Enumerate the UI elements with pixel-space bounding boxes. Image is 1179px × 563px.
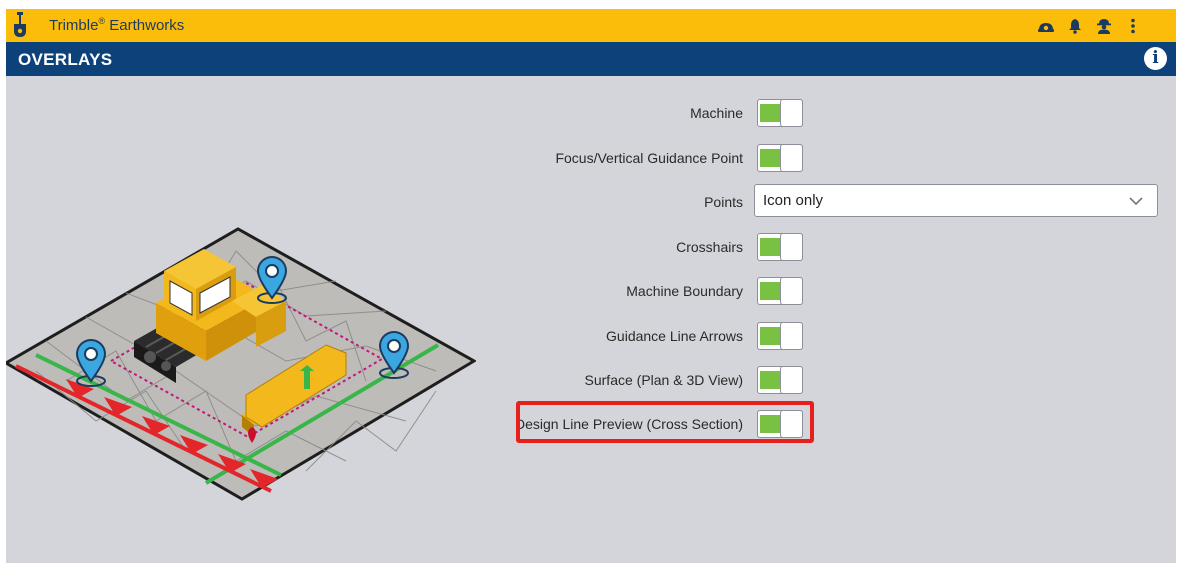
toggle-on-indicator [760,104,782,122]
setting-label-points: Points [704,194,743,210]
toggle-machine[interactable] [757,99,803,127]
setting-label-machine: Machine [690,105,743,121]
toggle-on-indicator [760,371,782,389]
toggle-on-indicator [760,327,782,345]
points-select-value: Icon only [763,192,824,209]
kebab-menu-icon[interactable] [1124,18,1142,34]
shovel-logo-icon [14,12,26,37]
toggle-focus-guidance-point[interactable] [757,144,803,172]
toggle-knob[interactable] [780,277,803,305]
toggle-on-indicator [760,282,782,300]
app-title: Trimble® Earthworks [49,16,185,34]
points-select[interactable]: Icon only [754,184,1158,217]
page-header: OVERLAYS i [6,42,1176,76]
setting-label-surface: Surface (Plan & 3D View) [584,372,743,388]
toggle-knob[interactable] [780,233,803,261]
toggle-surface[interactable] [757,366,803,394]
toggle-on-indicator [760,238,782,256]
toggle-on-indicator [760,149,782,167]
overlay-illustration [6,227,476,501]
toggle-knob[interactable] [780,99,803,127]
toggle-crosshairs[interactable] [757,233,803,261]
top-bar: Trimble® Earthworks [6,9,1176,42]
setting-label-machine-boundary: Machine Boundary [626,283,743,299]
app-window: Trimble® Earthworks OVERLAYS i Machine F… [6,9,1176,563]
toggle-knob[interactable] [780,144,803,172]
setting-label-guidance-line-arrows: Guidance Line Arrows [606,328,743,344]
operator-icon[interactable] [1095,18,1113,34]
machine-icon[interactable] [1037,18,1055,34]
page-title: OVERLAYS [18,50,113,69]
toggle-machine-boundary[interactable] [757,277,803,305]
toggle-guidance-line-arrows[interactable] [757,322,803,350]
toggle-knob[interactable] [780,322,803,350]
bell-icon[interactable] [1066,18,1084,34]
toggle-knob[interactable] [780,366,803,394]
info-icon[interactable]: i [1144,47,1167,70]
highlight-box [516,401,814,443]
setting-label-focus-guidance-point: Focus/Vertical Guidance Point [555,150,743,166]
setting-label-crosshairs: Crosshairs [676,239,743,255]
chevron-down-icon[interactable] [1129,196,1143,206]
